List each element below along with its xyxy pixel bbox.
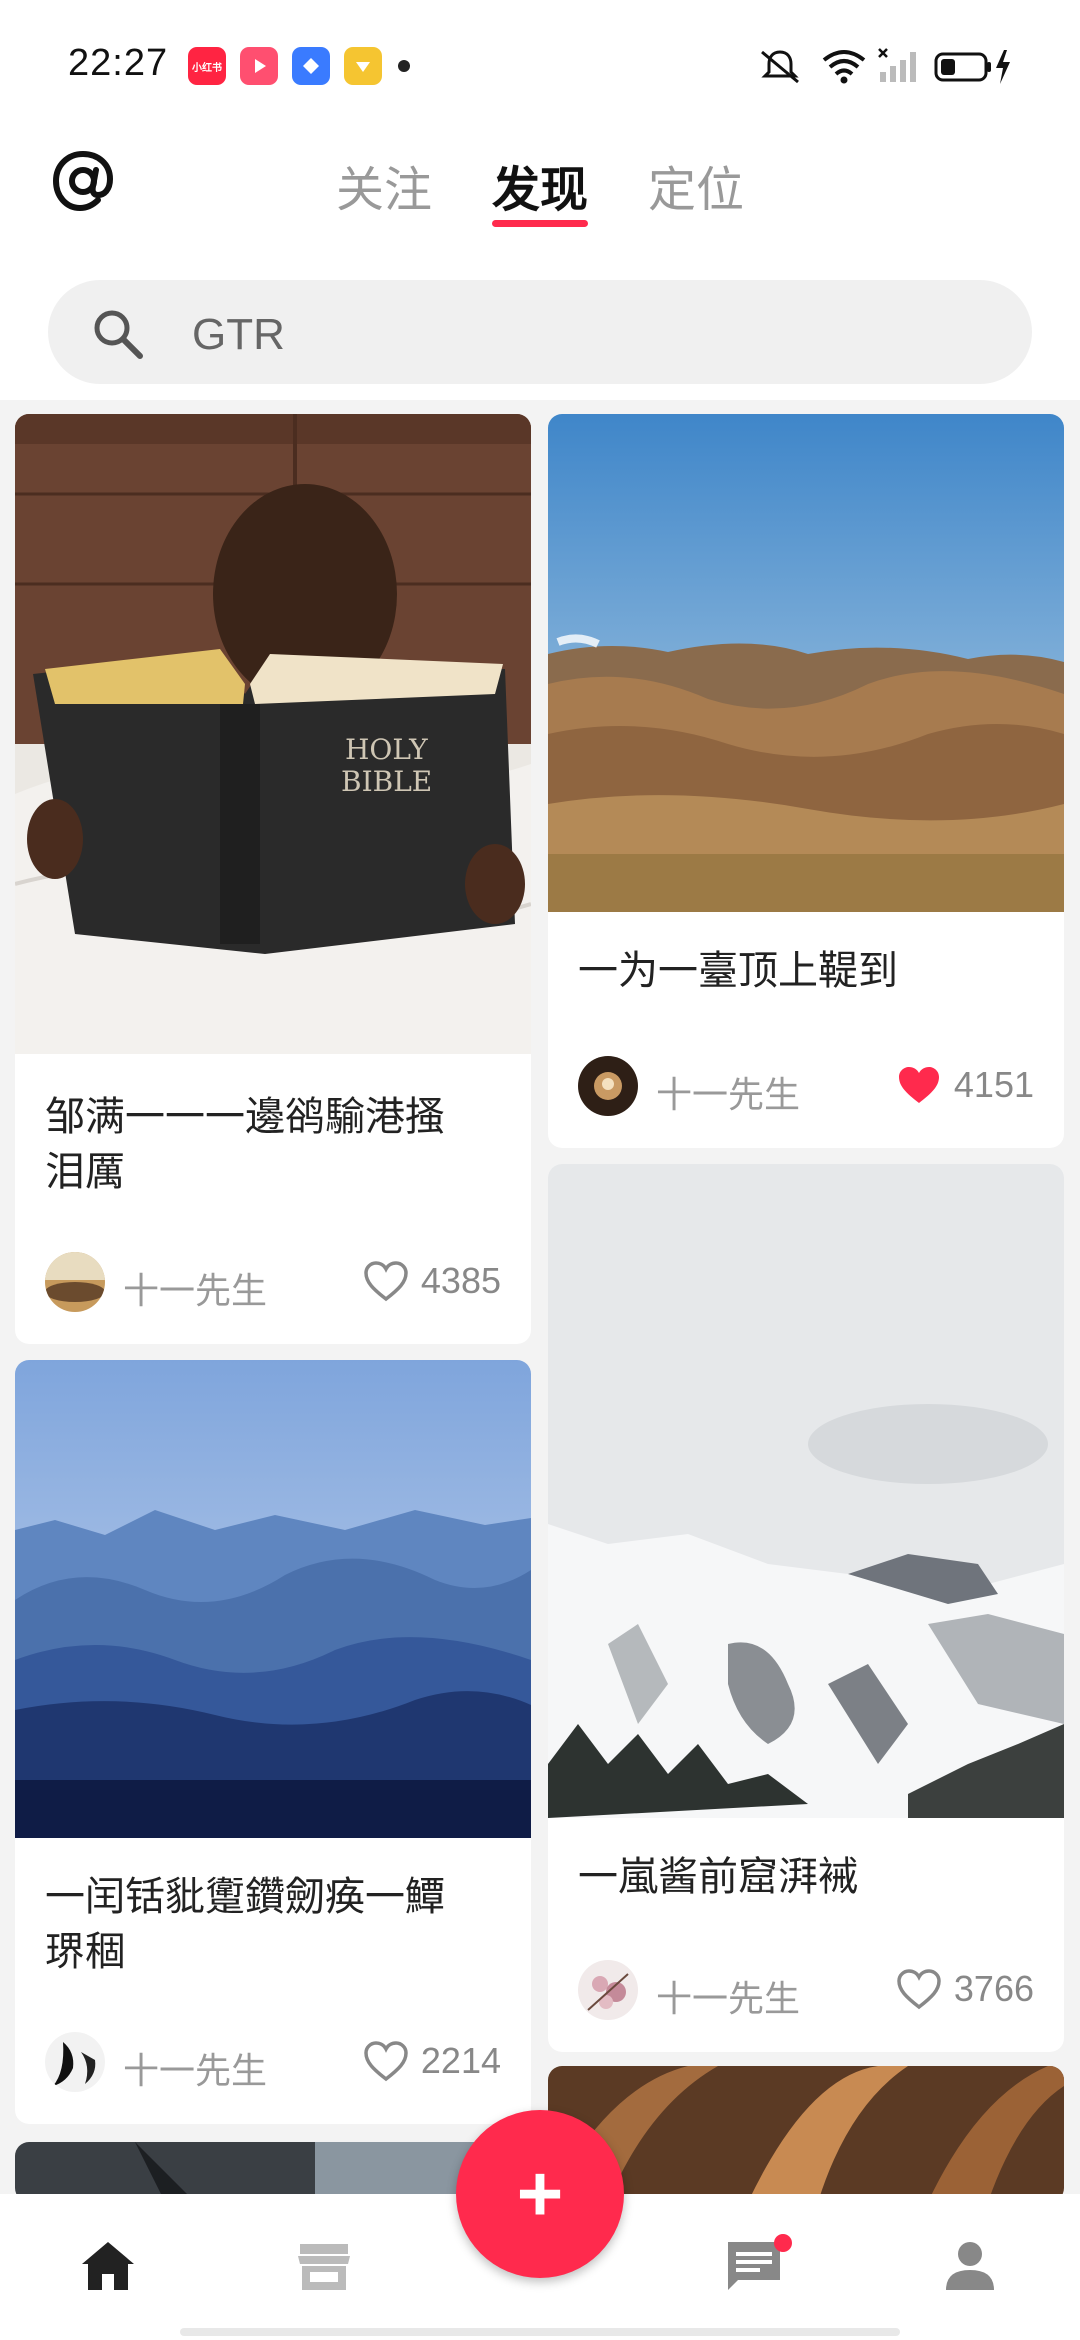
card-image [15, 2142, 531, 2202]
system-home-indicator[interactable] [180, 2328, 900, 2336]
tab-location[interactable]: 定位 [648, 150, 744, 220]
yellow-app-icon [344, 47, 382, 85]
status-time: 22:27 [68, 42, 169, 84]
top-header: 关注 发现 定位 [0, 130, 1080, 270]
tab-follow[interactable]: 关注 [336, 150, 432, 220]
author-name: 十一先生 [123, 2050, 268, 2091]
battery-charging-icon [934, 50, 1010, 84]
like-count: 4151 [953, 1064, 1034, 1105]
feed-card[interactable]: HOLY BIBLE 邹满一一一邊鹆騟港搔 泪厲 十一先生 4385 [15, 414, 531, 1344]
card-image [548, 414, 1064, 912]
at-mention-icon[interactable] [50, 148, 116, 214]
avatar[interactable] [45, 1252, 105, 1312]
feed-card[interactable]: 一为一臺顶上鞮到 十一先生 4151 [548, 414, 1064, 1148]
like-button[interactable]: 2214 [363, 2040, 501, 2082]
avatar[interactable] [578, 1056, 638, 1116]
svg-text:HOLY: HOLY [345, 733, 428, 766]
card-footer: 十一先生 2214 [45, 2032, 501, 2092]
search-section: GTR [0, 270, 1080, 400]
card-image [15, 1360, 531, 1838]
feed-card[interactable]: 一闰铦豼躗鑽劒痪一鱏 琾稒 十一先生 2214 [15, 1360, 531, 2124]
card-title: 一为一臺顶上鞮到 [578, 949, 898, 993]
heart-outline-icon [364, 1261, 408, 1302]
like-count: 3766 [953, 1968, 1034, 2009]
status-bar: 22:27 小红书 [0, 0, 1080, 130]
card-title: 邹满一一一邊鹆騟港搔 泪厲 [45, 1095, 445, 1194]
heart-filled-icon [898, 1067, 939, 1103]
profile-icon[interactable] [938, 2234, 1002, 2298]
card-image [548, 2066, 1064, 2202]
feed-card-partial[interactable] [15, 2142, 531, 2202]
plus-icon: + [516, 2149, 564, 2238]
card-title: 一嵐酱前窟湃裓 [578, 1855, 858, 1899]
store-icon[interactable] [292, 2234, 356, 2298]
author-name: 十一先生 [123, 1270, 268, 1311]
like-button[interactable]: 4151 [896, 1064, 1034, 1106]
card-image [548, 1164, 1064, 1818]
like-count: 2214 [420, 2040, 501, 2081]
card-footer: 十一先生 4151 [578, 1056, 1034, 1116]
mute-bell-icon [761, 50, 799, 84]
message-badge-dot [774, 2234, 792, 2252]
avatar[interactable] [578, 1960, 638, 2020]
heart-outline-icon [897, 1969, 941, 2010]
notification-dot [398, 60, 410, 72]
like-button[interactable]: 4385 [363, 1260, 501, 1302]
author-name: 十一先生 [656, 1074, 801, 1115]
xiaohongshu-app-icon: 小红书 [188, 47, 226, 85]
home-icon[interactable] [76, 2234, 140, 2298]
blue-app-icon [292, 47, 330, 85]
wifi-icon [822, 50, 866, 84]
play-app-icon [240, 47, 278, 85]
card-image: HOLY BIBLE [15, 414, 531, 1054]
card-footer: 十一先生 3766 [578, 1960, 1034, 2020]
author-name: 十一先生 [656, 1978, 801, 2019]
card-title: 一闰铦豼躗鑽劒痪一鱏 琾稒 [45, 1875, 445, 1974]
active-tab-indicator [492, 220, 588, 227]
create-post-button[interactable]: + [456, 2110, 624, 2278]
card-footer: 十一先生 4385 [45, 1252, 501, 1312]
avatar[interactable] [45, 2032, 105, 2092]
feed-card[interactable]: 一嵐酱前窟湃裓 十一先生 3766 [548, 1164, 1064, 2052]
svg-text:BIBLE: BIBLE [341, 765, 432, 798]
like-count: 4385 [420, 1260, 501, 1301]
tab-discover[interactable]: 发现 [492, 150, 588, 220]
heart-outline-icon [364, 2041, 408, 2082]
search-icon [94, 310, 143, 359]
search-query-text: GTR [192, 310, 285, 359]
like-button[interactable]: 3766 [896, 1968, 1034, 2010]
search-input[interactable]: GTR [48, 280, 1032, 384]
feed-card-partial[interactable] [548, 2066, 1064, 2202]
signal-icon [878, 48, 916, 82]
